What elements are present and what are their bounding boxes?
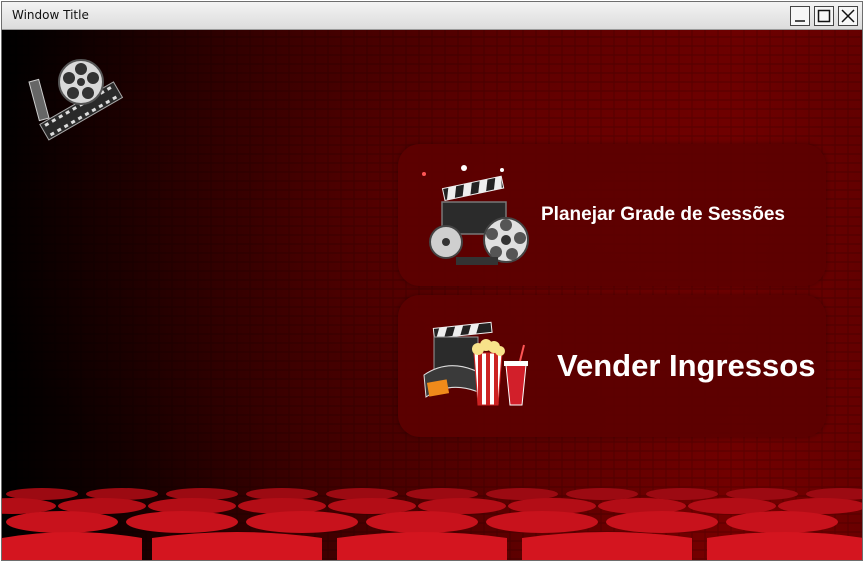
maximize-button[interactable] <box>814 6 834 26</box>
minimize-icon <box>795 20 805 22</box>
theater-seats <box>2 488 862 560</box>
film-camera-icon <box>422 165 529 265</box>
minimize-button[interactable] <box>790 6 810 26</box>
maximize-icon <box>817 9 831 23</box>
popcorn-ticket-icon <box>423 321 528 406</box>
plan-sessions-label: Planejar Grade de Sessões <box>541 204 785 225</box>
sell-tickets-label: Vender Ingressos <box>557 348 816 383</box>
title-bar[interactable]: Window Title <box>2 2 862 30</box>
app-window: Window Title Planejar Grade de Sessões V… <box>1 1 863 561</box>
close-button[interactable] <box>838 6 858 26</box>
plan-sessions-button[interactable]: Planejar Grade de Sessões <box>398 144 826 286</box>
window-title: Window Title <box>12 8 89 22</box>
close-icon <box>841 9 855 23</box>
sell-tickets-button[interactable]: Vender Ingressos <box>398 295 826 437</box>
film-reel-icon <box>28 59 124 141</box>
main-background: Planejar Grade de Sessões Vender Ingress… <box>2 30 862 560</box>
